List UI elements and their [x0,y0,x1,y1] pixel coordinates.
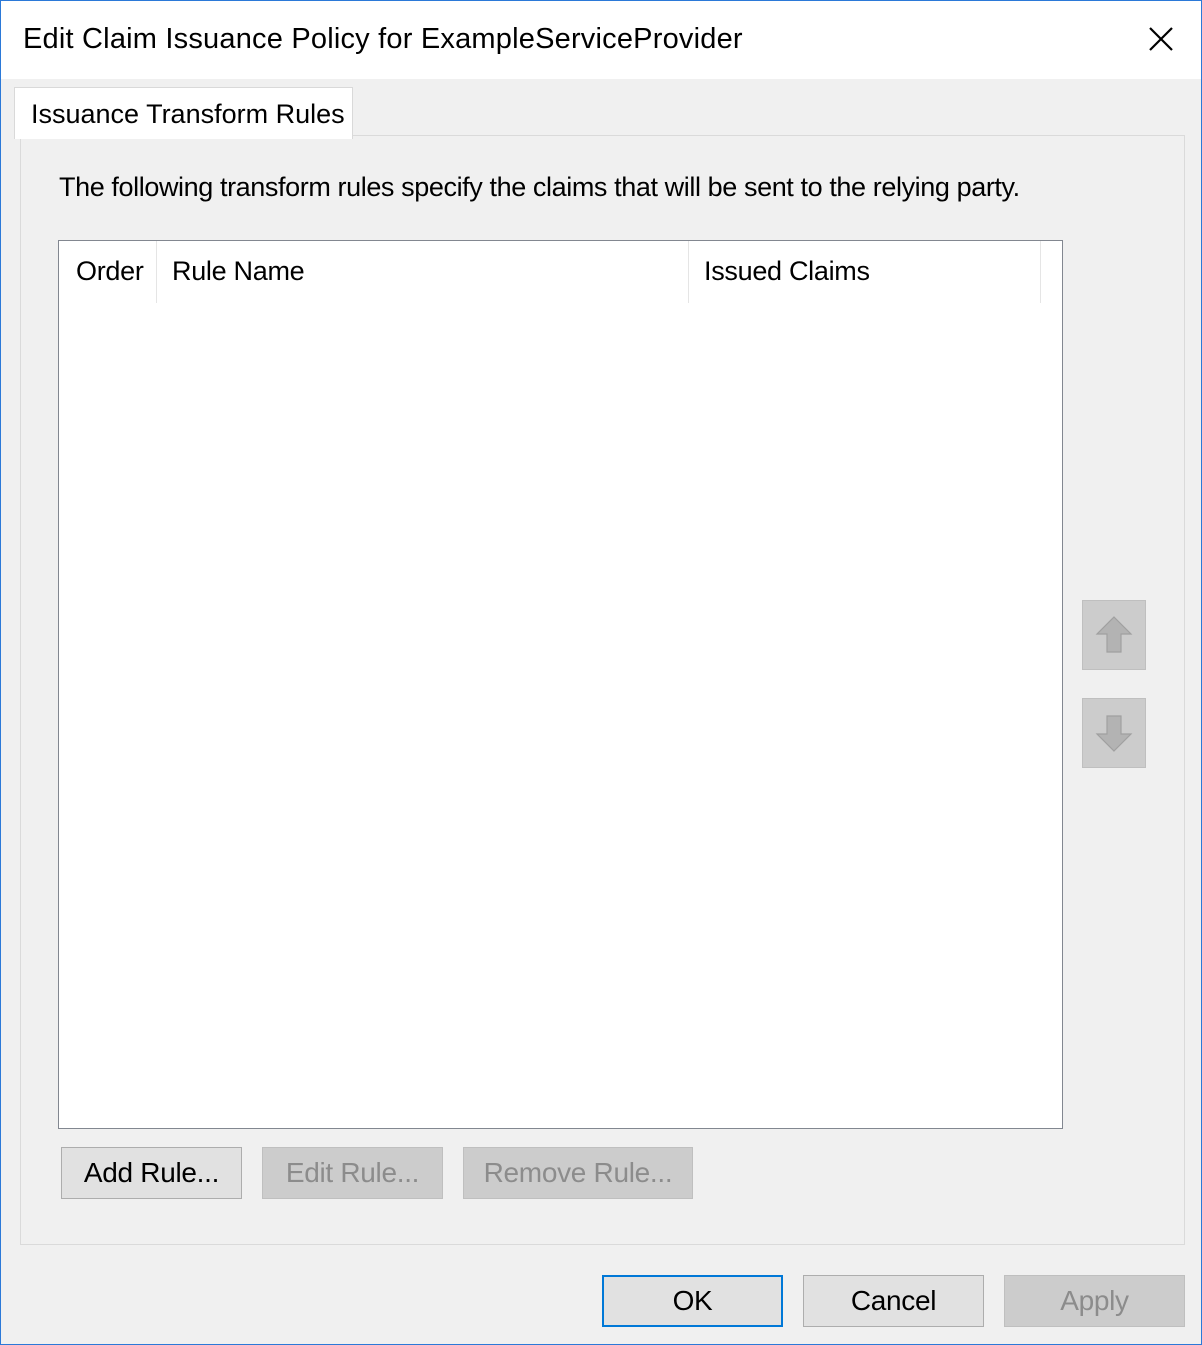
apply-button[interactable]: Apply [1004,1275,1185,1327]
edit-rule-button[interactable]: Edit Rule... [262,1147,443,1199]
arrow-up-icon [1095,616,1133,653]
move-down-button[interactable] [1082,698,1146,768]
tab-issuance-transform-rules[interactable]: Issuance Transform Rules [14,87,353,139]
title-bar: Edit Claim Issuance Policy for ExampleSe… [1,1,1201,79]
cancel-button[interactable]: Cancel [803,1275,984,1327]
arrow-down-icon [1095,715,1133,752]
close-icon [1149,27,1173,51]
column-header-rule-name[interactable]: Rule Name [172,241,702,303]
tab-panel: The following transform rules specify th… [20,135,1185,1245]
dialog-window: Edit Claim Issuance Policy for ExampleSe… [0,0,1202,1345]
add-rule-button[interactable]: Add Rule... [61,1147,242,1199]
column-divider[interactable] [156,241,157,303]
column-divider[interactable] [688,241,689,303]
window-title: Edit Claim Issuance Policy for ExampleSe… [23,23,743,55]
ok-button[interactable]: OK [602,1275,783,1327]
column-header-issued-claims[interactable]: Issued Claims [704,241,1044,303]
description-text: The following transform rules specify th… [59,172,1020,202]
tab-strip: Issuance Transform Rules [1,79,1201,139]
rules-list[interactable]: Order Rule Name Issued Claims [58,240,1063,1129]
move-up-button[interactable] [1082,600,1146,670]
close-button[interactable] [1135,13,1187,65]
column-header-order[interactable]: Order [76,241,156,303]
remove-rule-button[interactable]: Remove Rule... [463,1147,693,1199]
column-divider[interactable] [1040,241,1041,303]
dialog-footer: OK Cancel Apply [1,1245,1201,1344]
